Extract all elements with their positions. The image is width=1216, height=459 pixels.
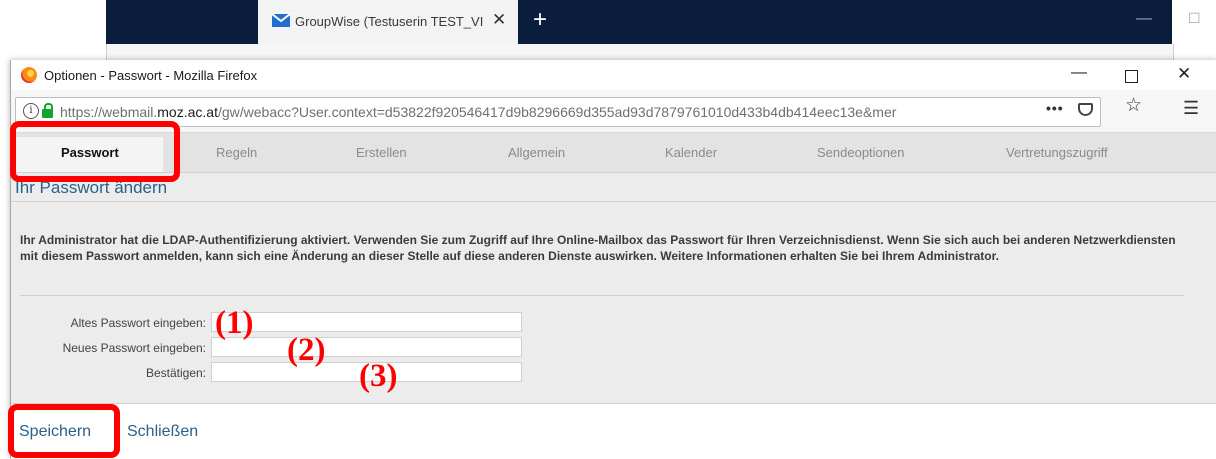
divider <box>20 295 1184 296</box>
background-toolbar <box>106 44 1174 60</box>
url-toolbar: i https://webmail.moz.ac.at/gw/webacc?Us… <box>11 90 1216 133</box>
footer-bar: Speichern Schließen <box>11 403 1216 459</box>
background-tab[interactable]: GroupWise (Testuserin TEST_VI ✕ <box>258 0 518 44</box>
ldap-info-text: Ihr Administrator hat die LDAP-Authentif… <box>20 233 1176 263</box>
minimize-icon[interactable]: — <box>1071 64 1087 82</box>
passwort-tab-highlight <box>10 121 180 182</box>
old-password-label: Altes Passwort eingeben: <box>70 316 206 330</box>
annotation-3: (3) <box>359 358 398 394</box>
old-password-input[interactable] <box>211 312 522 332</box>
new-password-input[interactable] <box>211 337 522 357</box>
info-icon[interactable]: i <box>23 103 39 119</box>
close-button[interactable]: Schließen <box>127 423 198 441</box>
mail-icon <box>272 14 290 27</box>
background-tab-bar: GroupWise (Testuserin TEST_VI ✕ + — ☐ ✕ <box>106 0 1201 44</box>
background-tab-title: GroupWise (Testuserin TEST_VI <box>295 14 484 29</box>
address-bar[interactable]: i https://webmail.moz.ac.at/gw/webacc?Us… <box>15 97 1101 127</box>
lock-icon <box>42 103 53 118</box>
save-button-highlight <box>8 404 120 458</box>
close-tab-icon[interactable]: ✕ <box>492 10 506 30</box>
annotation-2: (2) <box>287 332 326 368</box>
annotation-1: (1) <box>215 305 254 341</box>
tab-erstellen[interactable]: Erstellen <box>356 145 407 160</box>
maximize-icon[interactable]: ☐ <box>1188 10 1201 27</box>
firefox-icon <box>21 67 37 83</box>
new-password-label: Neues Passwort eingeben: <box>62 341 206 355</box>
tab-allgemein[interactable]: Allgemein <box>508 145 565 160</box>
confirm-password-label: Bestätigen: <box>145 366 206 380</box>
page-actions-icon[interactable]: ••• <box>1046 100 1064 116</box>
password-form: Ihr Administrator hat die LDAP-Authentif… <box>11 202 1216 403</box>
pocket-icon[interactable] <box>1078 103 1093 116</box>
section-header: Ihr Passwort ändern <box>11 173 1216 202</box>
tab-vertretungszugriff[interactable]: Vertretungszugriff <box>1006 145 1108 160</box>
tab-kalender[interactable]: Kalender <box>665 145 717 160</box>
background-browser: GroupWise (Testuserin TEST_VI ✕ + — ☐ ✕ <box>0 0 1216 60</box>
close-icon[interactable]: ✕ <box>1177 64 1191 84</box>
tab-regeln[interactable]: Regeln <box>216 145 257 160</box>
options-tab-bar: Passwort Regeln Erstellen Allgemein Kale… <box>11 133 1216 173</box>
minimize-icon[interactable]: — <box>1136 10 1152 28</box>
window-titlebar: Optionen - Passwort - Mozilla Firefox — … <box>11 60 1216 90</box>
hamburger-menu-icon[interactable]: ☰ <box>1183 98 1199 119</box>
maximize-icon[interactable] <box>1125 70 1138 83</box>
window-title: Optionen - Passwort - Mozilla Firefox <box>44 68 258 83</box>
url-text[interactable]: https://webmail.moz.ac.at/gw/webacc?User… <box>60 104 1040 120</box>
options-popup-window: Optionen - Passwort - Mozilla Firefox — … <box>10 60 1216 459</box>
tab-sendeoptionen[interactable]: Sendeoptionen <box>817 145 904 160</box>
new-tab-button[interactable]: + <box>533 6 547 34</box>
bookmark-star-icon[interactable]: ☆ <box>1125 94 1142 117</box>
